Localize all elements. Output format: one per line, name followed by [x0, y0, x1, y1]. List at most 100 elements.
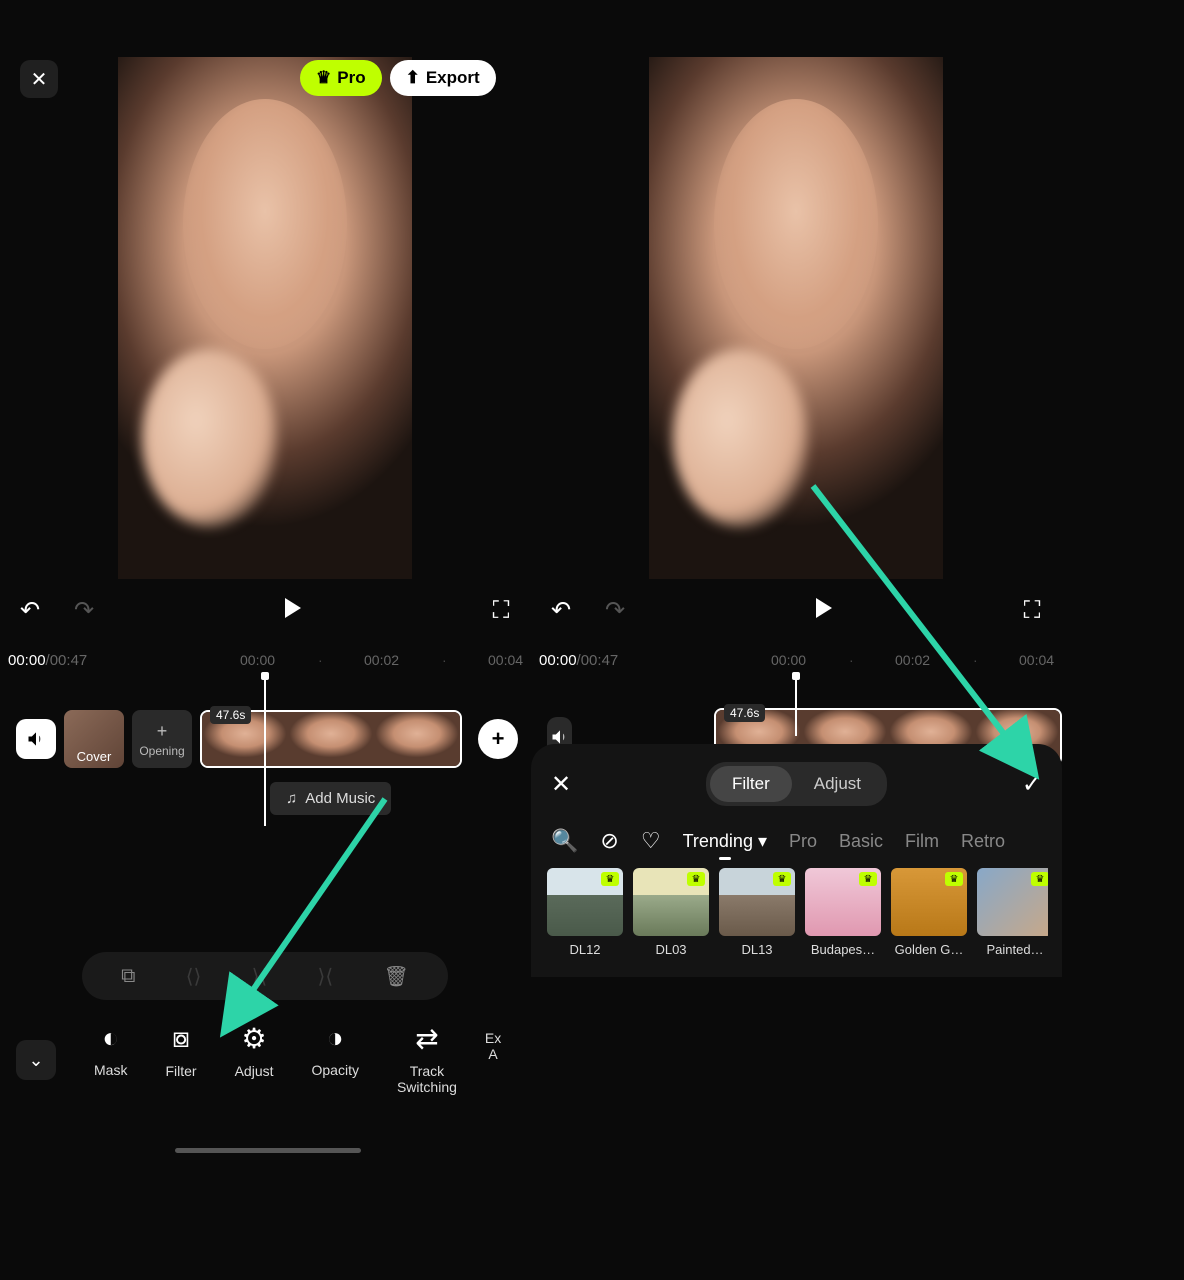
play-button[interactable]: [283, 597, 303, 625]
video-preview[interactable]: [649, 57, 943, 579]
time-current: 00:00: [539, 652, 577, 669]
add-clip-button[interactable]: +: [478, 719, 518, 759]
export-label: Export: [426, 68, 480, 88]
split-left-button[interactable]: ⟨⟩: [186, 964, 202, 989]
cat-basic[interactable]: Basic: [839, 831, 883, 852]
plus-icon: +: [157, 721, 168, 742]
track-icon: ⇄: [415, 1022, 438, 1055]
pro-button[interactable]: ♛ Pro: [300, 60, 382, 96]
split-button[interactable]: ⟩⟨: [252, 964, 268, 989]
filter-thumb[interactable]: ♛ DL12: [547, 868, 623, 957]
crown-icon: ♛: [687, 872, 705, 886]
thumb-label: DL13: [719, 942, 795, 957]
search-icon[interactable]: 🔍: [551, 828, 578, 854]
playhead[interactable]: [795, 676, 797, 736]
crown-icon: ♛: [601, 872, 619, 886]
crown-icon: ♛: [316, 68, 331, 88]
filter-icon: ⧇: [172, 1022, 190, 1055]
filter-thumb[interactable]: ♛ DL03: [633, 868, 709, 957]
undo-button[interactable]: ↶: [14, 596, 46, 625]
music-icon: ♫: [286, 790, 297, 807]
cover-tile[interactable]: Cover: [64, 710, 124, 768]
fullscreen-button[interactable]: ⛶: [485, 597, 517, 625]
tab-adjust[interactable]: Adjust: [792, 766, 883, 802]
export-icon: ⬆: [406, 68, 420, 88]
cat-film[interactable]: Film: [905, 831, 939, 852]
time-mark: 00:00: [240, 652, 275, 668]
close-panel-button[interactable]: ✕: [551, 770, 571, 799]
thumb-label: Painted…: [977, 942, 1048, 957]
split-right-button[interactable]: ⟩⟨: [318, 964, 334, 989]
close-button[interactable]: ✕: [20, 60, 58, 98]
opening-label: Opening: [139, 744, 184, 758]
timecode: 00:00/00:47: [8, 652, 87, 669]
tool-adjust[interactable]: ⚙ Adjust: [235, 1022, 274, 1079]
preview-frame: [649, 57, 943, 579]
playhead[interactable]: [264, 676, 266, 826]
time-mark: 00:04: [1019, 652, 1054, 668]
timecode: 00:00/00:47: [539, 652, 618, 669]
tool-track-switching[interactable]: ⇄ Track Switching: [397, 1022, 457, 1095]
time-mark: 00:02: [895, 652, 930, 668]
time-current: 00:00: [8, 652, 46, 669]
video-preview[interactable]: [118, 57, 412, 579]
track-label: Track Switching: [397, 1063, 457, 1095]
crown-icon: ♛: [773, 872, 791, 886]
filter-thumb[interactable]: ♛ DL13: [719, 868, 795, 957]
redo-button[interactable]: ↷: [599, 596, 631, 625]
adjust-label: Adjust: [235, 1063, 274, 1079]
cat-trending[interactable]: Trending ▾: [683, 831, 767, 852]
time-duration: 00:47: [50, 652, 88, 669]
export-button[interactable]: ⬆ Export: [390, 60, 496, 96]
undo-button[interactable]: ↶: [545, 596, 577, 625]
opacity-icon: ◑: [327, 1022, 344, 1054]
time-mark: 00:04: [488, 652, 523, 668]
preview-frame: [118, 57, 412, 579]
thumb-label: DL03: [633, 942, 709, 957]
filter-thumb[interactable]: ♛ Painted…: [977, 868, 1048, 957]
cover-label: Cover: [77, 749, 112, 764]
collapse-button[interactable]: ⌄: [16, 1040, 56, 1080]
time-mark: 00:00: [771, 652, 806, 668]
confirm-button[interactable]: ✓: [1022, 770, 1042, 799]
filter-thumb[interactable]: ♛ Golden G…: [891, 868, 967, 957]
tool-extra[interactable]: Ex A: [485, 1022, 501, 1062]
crown-icon: ♛: [1031, 872, 1048, 886]
copy-button[interactable]: ⧉: [121, 965, 135, 988]
none-icon[interactable]: ⊘: [600, 828, 618, 854]
filter-panel: ✕ Filter Adjust ✓ 🔍 ⊘ ♡ Trending ▾ Pro B…: [531, 744, 1062, 977]
filter-thumb[interactable]: ♛ Budapes…: [805, 868, 881, 957]
edit-toolbar: ⧉ ⟨⟩ ⟩⟨ ⟩⟨ 🗑: [82, 952, 448, 1000]
thumb-label: Golden G…: [891, 942, 967, 957]
cat-retro[interactable]: Retro: [961, 831, 1005, 852]
cat-pro[interactable]: Pro: [789, 831, 817, 852]
pro-label: Pro: [337, 68, 365, 88]
tab-filter[interactable]: Filter: [710, 766, 792, 802]
delete-button[interactable]: 🗑: [383, 964, 408, 989]
time-duration: 00:47: [581, 652, 619, 669]
thumb-label: Budapes…: [805, 942, 881, 957]
add-music-button[interactable]: ♫ Add Music: [270, 782, 391, 815]
opening-tile[interactable]: + Opening: [132, 710, 192, 768]
tool-opacity[interactable]: ◑ Opacity: [312, 1022, 359, 1078]
scroll-indicator: [175, 1148, 361, 1153]
redo-button[interactable]: ↷: [68, 596, 100, 625]
tool-filter[interactable]: ⧇ Filter: [165, 1022, 196, 1079]
tool-mask[interactable]: ◐ Mask: [94, 1022, 127, 1078]
mask-icon: ◐: [102, 1022, 119, 1054]
thumb-label: DL12: [547, 942, 623, 957]
filter-label: Filter: [165, 1063, 196, 1079]
clip-duration-badge: 47.6s: [724, 704, 765, 722]
opacity-label: Opacity: [312, 1062, 359, 1078]
play-button[interactable]: [814, 597, 834, 625]
crown-icon: ♛: [859, 872, 877, 886]
adjust-icon: ⚙: [241, 1022, 266, 1055]
clip-duration-badge: 47.6s: [210, 706, 251, 724]
favorites-icon[interactable]: ♡: [641, 828, 661, 854]
mask-label: Mask: [94, 1062, 127, 1078]
mute-button[interactable]: [16, 719, 56, 759]
time-mark: 00:02: [364, 652, 399, 668]
crown-icon: ♛: [945, 872, 963, 886]
fullscreen-button[interactable]: ⛶: [1016, 597, 1048, 625]
add-music-label: Add Music: [305, 790, 375, 807]
